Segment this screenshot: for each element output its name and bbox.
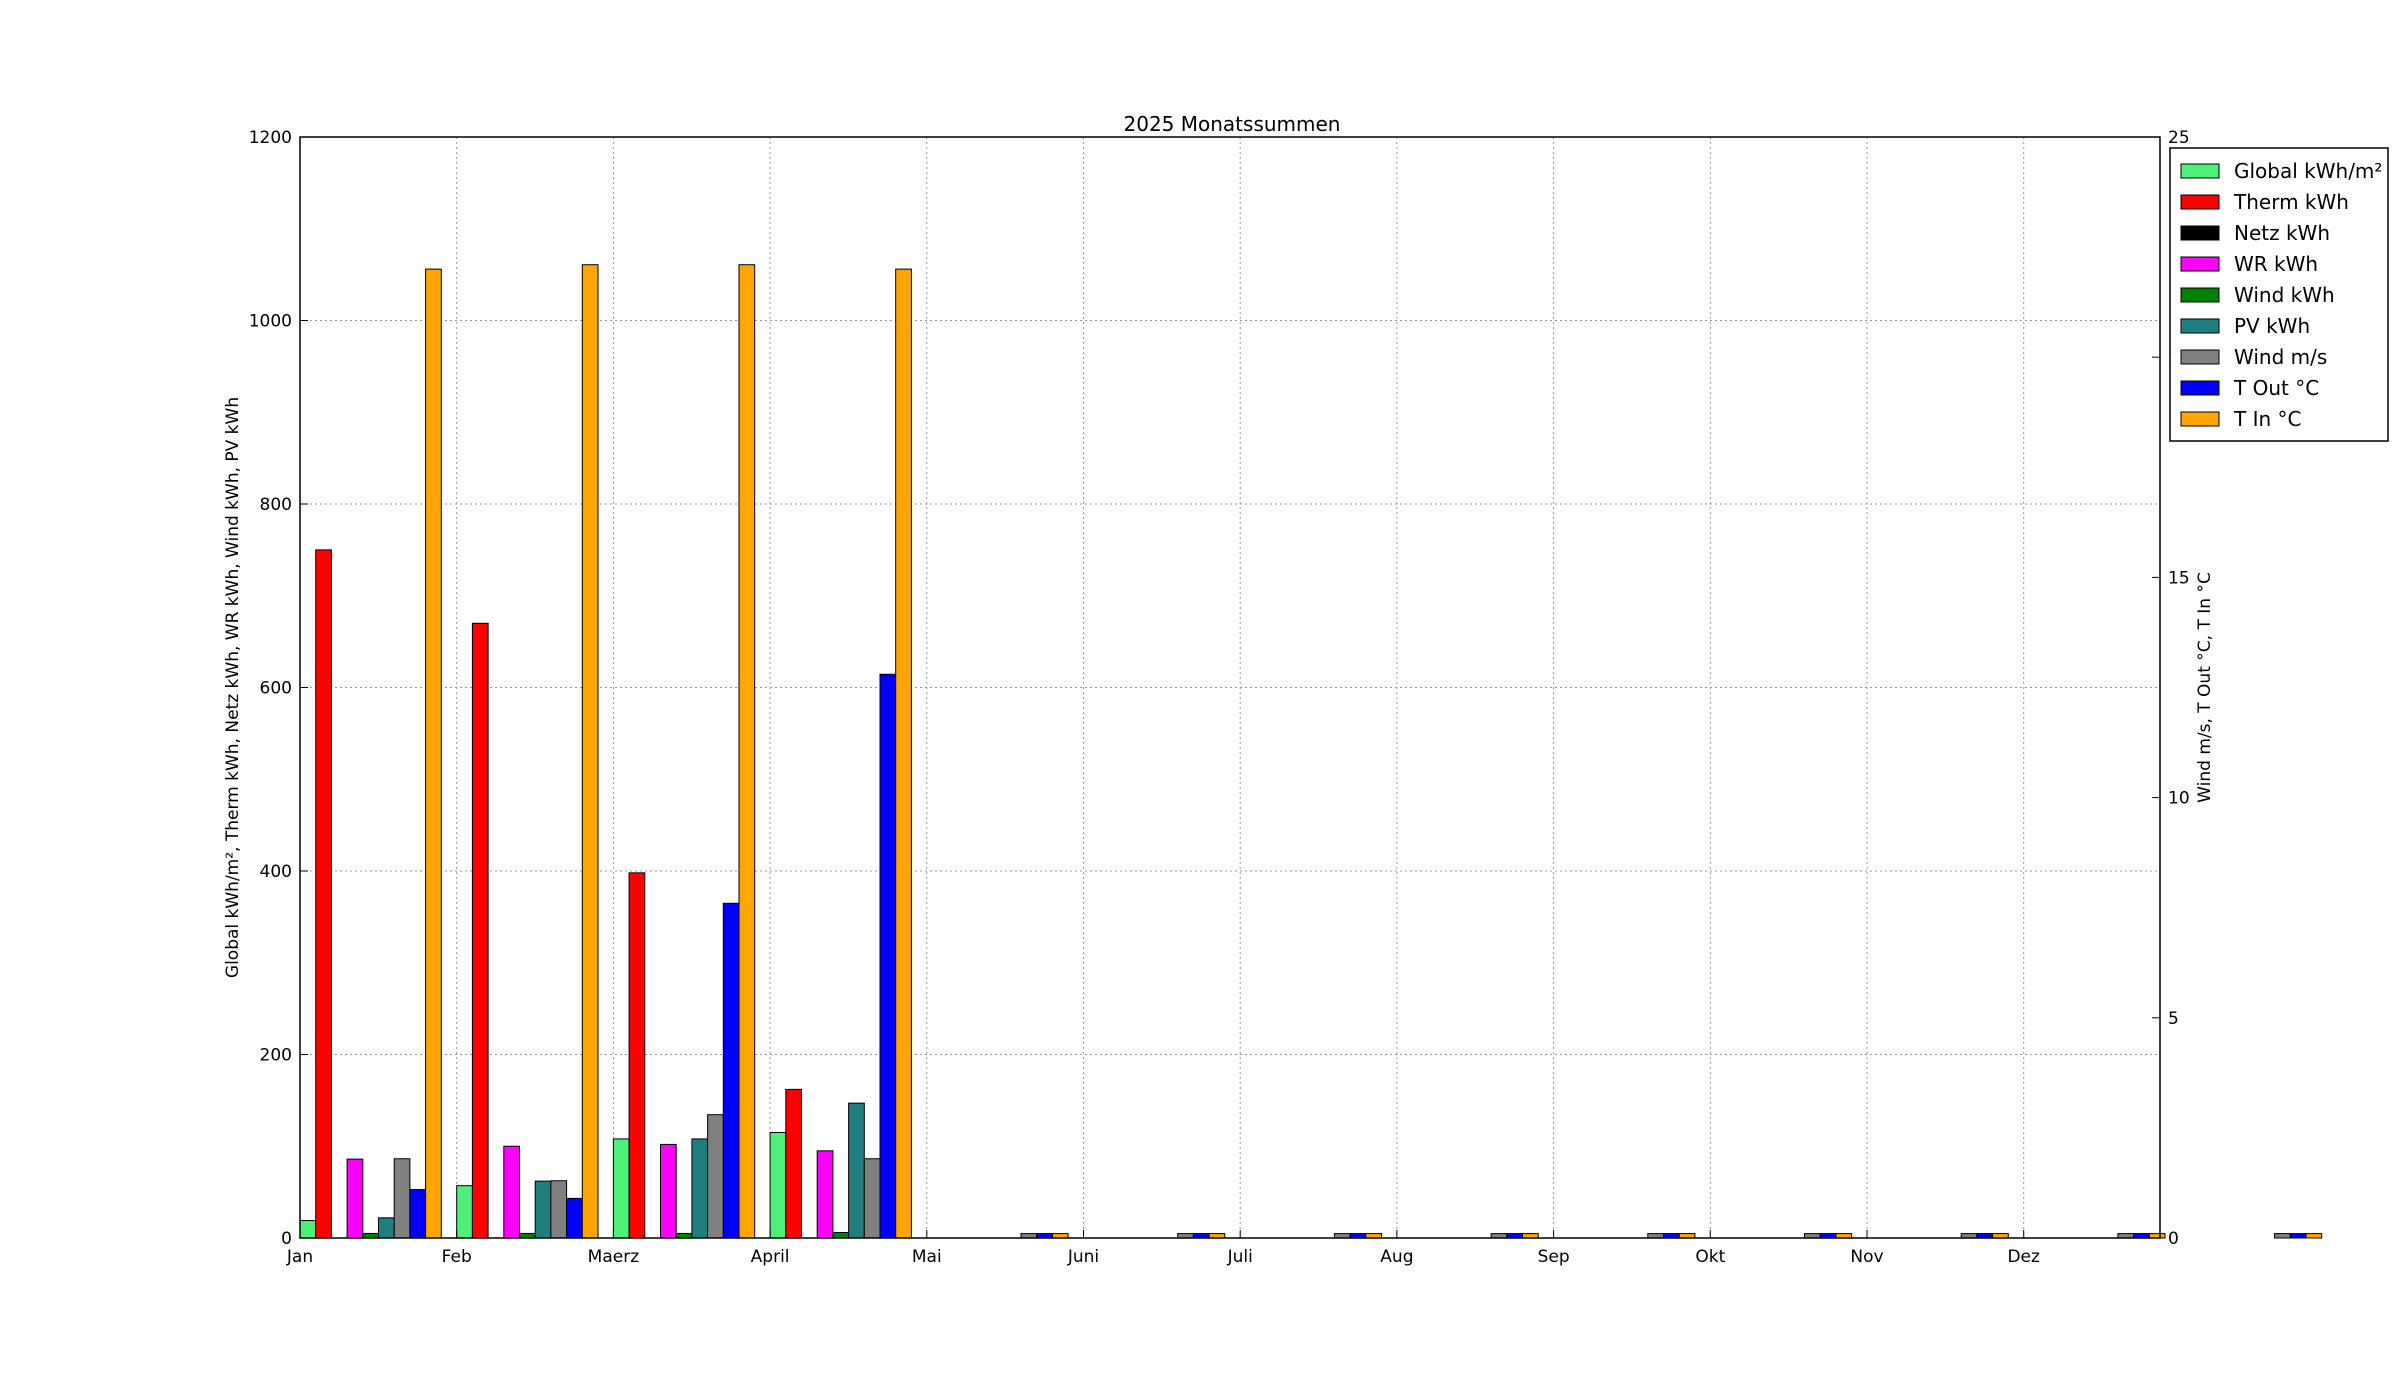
right-tick-label: 15 [2168,568,2190,588]
bar-therm-2 [315,549,332,1239]
bar-wind-7 [863,1158,881,1239]
legend-label: T In °C [2233,407,2301,431]
bar-global-1 [299,1220,317,1239]
legend-swatch [2180,380,2220,396]
bar-t-8 [722,902,740,1239]
left-axis-label: Global kWh/m², Therm kWh, Netz kWh, WR k… [223,397,243,978]
left-tick-label: 0 [281,1229,292,1249]
left-tick-label: 1200 [249,128,292,148]
right-tick-label: 5 [2168,1009,2179,1029]
legend-swatch [2180,318,2220,334]
left-tick-label: 200 [260,1046,292,1066]
legend: Global kWh/m² Therm kWh Netz kWh WR kWh Wind… [2169,147,2389,442]
x-tick-label: Jan [286,1247,313,1267]
chart-canvas: 2025 Monatssummen 020040060080010001200 … [0,0,2400,1376]
legend-swatch [2180,349,2220,365]
bar-wr-4 [660,1143,677,1239]
chart-title: 2025 Monatssummen [1124,112,1341,136]
legend-label: Therm kWh [2233,190,2349,214]
right-axis-label: Wind m/s, T Out °C, T In °C [2195,572,2215,803]
bar-wind-7 [707,1114,724,1239]
bar-t-9 [581,264,599,1239]
x-tick-label: Feb [442,1247,472,1267]
bar-pv-6 [534,1180,552,1239]
bar-t-8 [409,1189,427,1239]
legend-swatch [2180,225,2220,241]
bar-wr-4 [503,1145,520,1239]
bar-therm-2 [628,872,646,1239]
legend-label: Global kWh/m² [2234,159,2382,183]
x-tick-label: Okt [1695,1247,1725,1267]
legend-label: WR kWh [2234,252,2318,276]
left-tick-label: 600 [260,679,292,699]
x-tick-label: Juni [1067,1247,1099,1267]
left-tick-label: 800 [260,495,292,515]
bar-wr-4 [346,1158,364,1239]
bar-t-9 [895,268,912,1239]
bar-therm-2 [785,1088,802,1239]
legend-swatch [2180,194,2220,210]
right-tick-label: 0 [2168,1229,2179,1249]
legend-label: Netz kWh [2234,221,2330,245]
x-tick-label: April [751,1247,790,1267]
x-tick-label: Aug [1380,1247,1413,1267]
bar-therm-2 [471,622,489,1239]
bar-global-1 [769,1131,787,1239]
legend-swatch [2180,411,2220,427]
left-tick-label: 400 [260,862,292,882]
legend-swatch [2180,256,2220,272]
bar-global-1 [456,1185,473,1239]
right-tick-label: 10 [2168,789,2190,809]
bar-t-9 [425,268,442,1239]
bar-t-8 [2289,1233,2307,1239]
x-tick-label: Maerz [588,1247,640,1267]
x-tick-label: Sep [1538,1247,1570,1267]
bar-wind-5 [832,1231,850,1239]
legend-label: Wind m/s [2234,345,2327,369]
bar-pv-6 [378,1217,395,1239]
legend-label: T Out °C [2233,376,2319,400]
legend-label: Wind kWh [2234,283,2335,307]
x-tick-label: Mai [912,1247,942,1267]
bar-t-8 [879,673,897,1239]
bar-wind-7 [393,1158,411,1239]
x-tick-label: Juli [1227,1247,1253,1267]
left-tick-label: 1000 [249,312,292,332]
bar-wind-7 [2274,1233,2291,1239]
bar-t-9 [2305,1233,2323,1239]
legend-label: PV kWh [2234,314,2310,338]
bar-pv-6 [691,1138,709,1239]
bar-pv-6 [848,1102,865,1239]
bar-wr-4 [816,1150,834,1239]
right-tick-label: 25 [2168,128,2190,148]
bar-t-9 [738,264,756,1239]
legend-swatch [2180,287,2220,303]
bar-t-8 [566,1197,583,1239]
bar-global-1 [612,1138,630,1239]
x-tick-label: Dez [2007,1247,2040,1267]
bar-wind-7 [550,1180,568,1239]
legend-swatch [2180,163,2220,179]
x-tick-label: Nov [1850,1247,1883,1267]
